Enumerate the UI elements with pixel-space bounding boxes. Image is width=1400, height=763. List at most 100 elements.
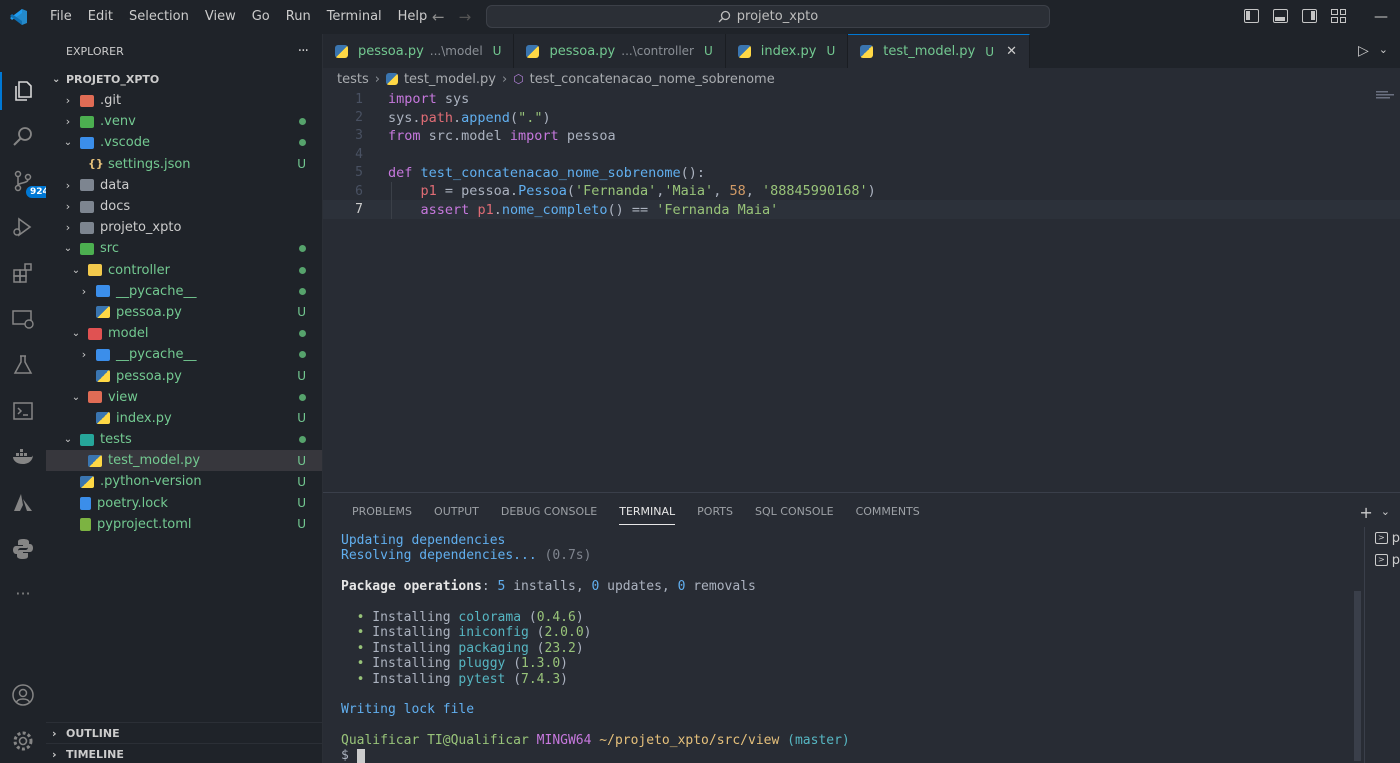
settings-gear-icon[interactable] bbox=[10, 728, 36, 754]
editor-tab[interactable]: pessoa.py ...\controller U bbox=[514, 34, 726, 68]
extensions-icon[interactable] bbox=[10, 260, 36, 286]
panel-tab-terminal[interactable]: TERMINAL bbox=[608, 493, 686, 531]
tree-item[interactable]: test_model.py U bbox=[46, 450, 322, 472]
tree-item-label: test_model.py bbox=[108, 453, 201, 469]
menu-item-run[interactable]: Run bbox=[278, 0, 319, 34]
panel-tab-sql-console[interactable]: SQL CONSOLE bbox=[744, 493, 845, 531]
workspace-root[interactable]: ⌄ PROJETO_XPTO bbox=[46, 68, 322, 90]
tree-item-label: view bbox=[108, 389, 138, 405]
terminal-token: pluggy bbox=[458, 656, 506, 672]
menu-item-file[interactable]: File bbox=[42, 0, 80, 34]
accounts-icon[interactable] bbox=[10, 682, 36, 708]
toggle-panel-icon[interactable] bbox=[1273, 9, 1288, 23]
tree-item[interactable]: pyproject.toml U bbox=[46, 514, 322, 535]
timeline-section[interactable]: › TIMELINE bbox=[46, 743, 323, 763]
search-icon[interactable] bbox=[10, 124, 36, 150]
panel-tab-problems[interactable]: PROBLEMS bbox=[341, 493, 423, 531]
forward-arrow-icon[interactable]: → bbox=[459, 8, 472, 26]
run-debug-icon[interactable] bbox=[10, 214, 36, 240]
back-arrow-icon[interactable]: ← bbox=[432, 8, 445, 26]
more-icon[interactable]: ··· bbox=[10, 556, 36, 603]
editor-tab[interactable]: test_model.py U ✕ bbox=[848, 34, 1030, 68]
menu-item-go[interactable]: Go bbox=[244, 0, 278, 34]
terminal-token: ) bbox=[560, 656, 568, 672]
tree-item[interactable]: index.py U bbox=[46, 408, 322, 429]
tree-item[interactable]: pessoa.py U bbox=[46, 302, 322, 323]
customize-layout-icon[interactable] bbox=[1331, 9, 1346, 23]
bottom-panel: PROBLEMS OUTPUT DEBUG CONSOLE TERMINAL PORTS… bbox=[323, 492, 1400, 763]
tree-item[interactable]: ⌄ src bbox=[46, 238, 322, 259]
explorer-icon[interactable] bbox=[10, 78, 36, 104]
panel-tab-debug-console[interactable]: DEBUG CONSOLE bbox=[490, 493, 608, 531]
menu-item-edit[interactable]: Edit bbox=[80, 0, 121, 34]
terminal-token: Package operations bbox=[341, 579, 482, 595]
explorer-more-actions-icon[interactable]: ··· bbox=[298, 43, 309, 59]
run-options-chevron-icon[interactable]: ⌄ bbox=[1379, 43, 1388, 59]
menu-item-terminal[interactable]: Terminal bbox=[319, 0, 390, 34]
terminal-output[interactable]: Updating dependencies Resolving dependenc… bbox=[341, 533, 1341, 763]
tree-item[interactable]: › __pycache__ bbox=[46, 281, 322, 302]
terminal-token: ( bbox=[528, 640, 545, 656]
azure-icon[interactable] bbox=[10, 490, 36, 516]
tree-item[interactable]: › projeto_xpto bbox=[46, 217, 322, 238]
tree-item[interactable]: › data bbox=[46, 175, 322, 196]
docker-icon[interactable] bbox=[10, 444, 36, 470]
panel-tab-output[interactable]: OUTPUT bbox=[423, 493, 490, 531]
breadcrumb-item[interactable]: test_model.py bbox=[404, 72, 496, 87]
new-terminal-plus-icon[interactable]: + bbox=[1359, 503, 1372, 522]
tree-item[interactable]: {} settings.json U bbox=[46, 154, 322, 175]
tree-item[interactable]: ⌄ .vscode bbox=[46, 132, 322, 153]
tree-item[interactable]: › __pycache__ bbox=[46, 344, 322, 365]
tree-item[interactable]: ⌄ controller bbox=[46, 260, 322, 281]
panel-tab-comments[interactable]: COMMENTS bbox=[845, 493, 931, 531]
python-file-icon bbox=[860, 45, 874, 58]
run-file-icon[interactable]: ▷ bbox=[1358, 43, 1369, 59]
terminal-scrollbar[interactable] bbox=[1354, 591, 1361, 761]
terminal-dropdown-chevron-icon[interactable]: ⌄ bbox=[1381, 503, 1390, 522]
terminal-instance[interactable]: > p bbox=[1365, 527, 1400, 549]
terminal-list: > p > p bbox=[1364, 527, 1400, 763]
tree-item[interactable]: ⌄ tests bbox=[46, 429, 322, 450]
terminal-token: ( bbox=[505, 656, 522, 672]
menu-bar: File Edit Selection View Go Run Terminal Help bbox=[42, 0, 435, 34]
tree-item[interactable]: poetry.lock U bbox=[46, 493, 322, 514]
tree-item[interactable]: ⌄ model bbox=[46, 323, 322, 344]
minimize-window-icon[interactable]: — bbox=[1374, 9, 1388, 25]
minimap[interactable] bbox=[1376, 90, 1396, 102]
tree-item[interactable]: › docs bbox=[46, 196, 322, 217]
testing-icon[interactable] bbox=[10, 352, 36, 378]
close-icon[interactable]: ✕ bbox=[1006, 44, 1017, 59]
breadcrumb-item[interactable]: test_concatenacao_nome_sobrenome bbox=[530, 72, 775, 87]
terminal-icon[interactable] bbox=[10, 398, 36, 424]
model-folder-icon bbox=[88, 327, 102, 340]
modified-dot bbox=[299, 287, 306, 295]
terminal-token: ( bbox=[521, 609, 537, 625]
tree-item[interactable]: .python-version U bbox=[46, 471, 322, 492]
terminal-instance[interactable]: > p bbox=[1365, 549, 1400, 571]
toggle-primary-sidebar-icon[interactable] bbox=[1244, 9, 1259, 23]
editor-actions: ▷ ⌄ bbox=[1358, 43, 1388, 59]
code-token: pessoa bbox=[558, 127, 616, 144]
outline-section[interactable]: › OUTLINE bbox=[46, 722, 323, 743]
tree-item[interactable]: ⌄ view bbox=[46, 387, 322, 408]
command-center-search[interactable]: projeto_xpto bbox=[486, 5, 1050, 28]
menu-item-selection[interactable]: Selection bbox=[121, 0, 197, 34]
breadcrumb-item[interactable]: tests bbox=[337, 72, 369, 87]
source-control-icon[interactable]: 924 bbox=[10, 168, 53, 198]
tree-item[interactable]: › .venv bbox=[46, 111, 322, 132]
remote-explorer-icon[interactable] bbox=[10, 306, 36, 332]
python-file-icon bbox=[335, 44, 348, 58]
tree-item[interactable]: › .git bbox=[46, 90, 322, 111]
editor-tab[interactable]: index.py U bbox=[725, 34, 849, 68]
toggle-secondary-sidebar-icon[interactable] bbox=[1302, 9, 1317, 23]
menu-item-help[interactable]: Help bbox=[390, 0, 436, 34]
terminal-token: : bbox=[481, 579, 498, 595]
panel-tab-ports[interactable]: PORTS bbox=[686, 493, 744, 531]
editor-tab[interactable]: pessoa.py ...\model U bbox=[323, 34, 515, 68]
menu-item-view[interactable]: View bbox=[197, 0, 244, 34]
code-editor[interactable]: 1 import sys 2 sys.path.append(".") 3 from sr… bbox=[323, 90, 1400, 492]
terminal-token: Installing bbox=[364, 640, 459, 656]
tree-item[interactable]: pessoa.py U bbox=[46, 365, 322, 386]
